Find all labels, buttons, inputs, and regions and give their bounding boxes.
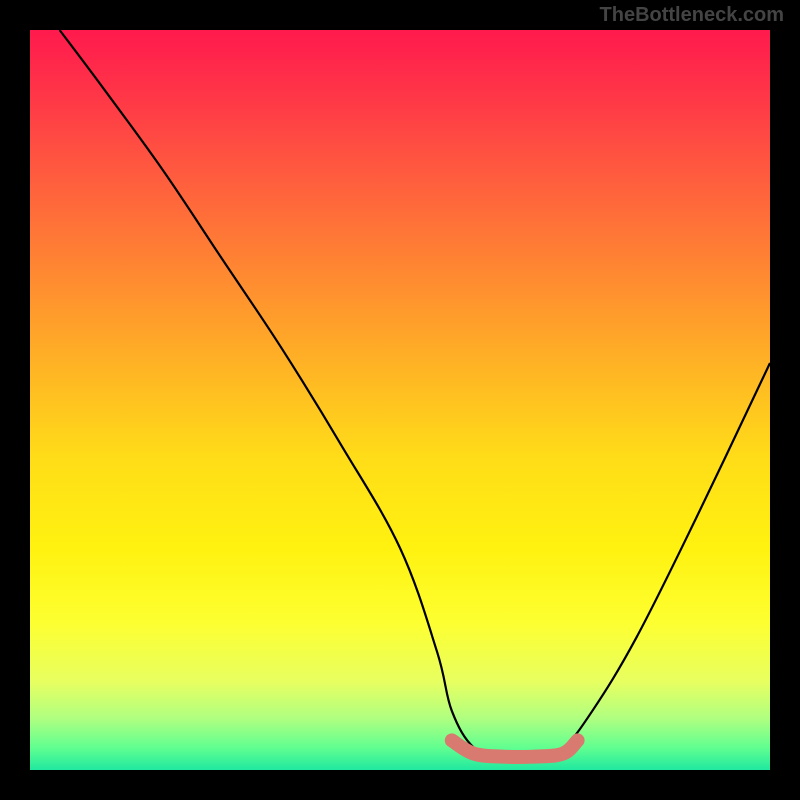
watermark-text: TheBottleneck.com	[600, 4, 784, 27]
bottleneck-curve-line	[60, 30, 770, 760]
chart-plot-area	[30, 30, 770, 770]
chart-svg	[30, 30, 770, 770]
